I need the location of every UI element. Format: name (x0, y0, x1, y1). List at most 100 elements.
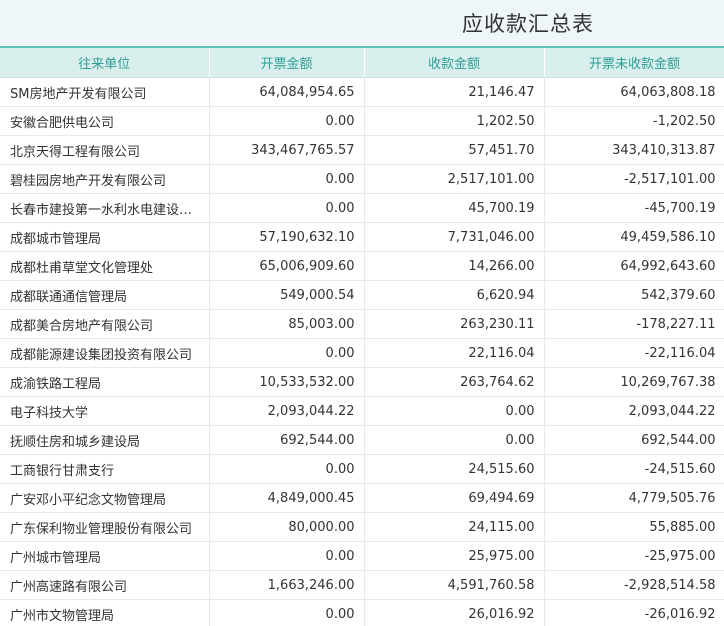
invoiced-amount-cell: 85,003.00 (209, 309, 365, 339)
counterparty-cell: 成都美合房地产有限公司 (0, 309, 210, 339)
invoiced-amount-cell: 2,093,044.22 (209, 396, 365, 426)
invoiced-amount-cell: 0.00 (209, 599, 365, 626)
counterparty-cell: 安徽合肥供电公司 (0, 106, 210, 136)
table-header: 往来单位 开票金额 收款金额 开票未收款金额 (0, 46, 724, 78)
outstanding-amount-cell: -1,202.50 (544, 106, 724, 136)
outstanding-amount-cell: 343,410,313.87 (544, 135, 724, 165)
outstanding-amount-cell: 10,269,767.38 (544, 367, 724, 397)
outstanding-amount-cell: -22,116.04 (544, 338, 724, 368)
received-amount-cell: 263,230.11 (364, 309, 545, 339)
table-body: SM房地产开发有限公司 64,084,954.65 21,146.47 64,063,… (0, 77, 724, 626)
table-row[interactable]: 长春市建投第一水利水电建设… 0.00 45,700.19 -45,700.19 (0, 193, 724, 223)
counterparty-cell: 工商银行甘肃支行 (0, 454, 210, 484)
invoiced-amount-cell: 692,544.00 (209, 425, 365, 455)
counterparty-cell: 电子科技大学 (0, 396, 210, 426)
table-row[interactable]: 成都能源建设集团投资有限公司 0.00 22,116.04 -22,116.04 (0, 338, 724, 368)
table-row[interactable]: 广安邓小平纪念文物管理局 4,849,000.45 69,494.69 4,779,5… (0, 483, 724, 513)
invoiced-amount-cell: 0.00 (209, 106, 365, 136)
invoiced-amount-cell: 10,533,532.00 (209, 367, 365, 397)
table-row[interactable]: 成都杜甫草堂文化管理处 65,006,909.60 14,266.00 64,992,… (0, 251, 724, 281)
outstanding-amount-cell: -2,517,101.00 (544, 164, 724, 194)
table-row[interactable]: 成渝铁路工程局 10,533,532.00 263,764.62 10,269,767… (0, 367, 724, 397)
table-row[interactable]: 抚顺住房和城乡建设局 692,544.00 0.00 692,544.00 (0, 425, 724, 455)
received-amount-cell: 1,202.50 (364, 106, 545, 136)
header-row: 往来单位 开票金额 收款金额 开票未收款金额 (0, 46, 724, 78)
received-amount-cell: 24,115.00 (364, 512, 545, 542)
column-header-counterparty[interactable]: 往来单位 (0, 46, 210, 78)
counterparty-cell: 碧桂园房地产开发有限公司 (0, 164, 210, 194)
column-header-invoiced-amount[interactable]: 开票金额 (209, 46, 365, 78)
received-amount-cell: 0.00 (364, 425, 545, 455)
outstanding-amount-cell: 49,459,586.10 (544, 222, 724, 252)
outstanding-amount-cell: -24,515.60 (544, 454, 724, 484)
outstanding-amount-cell: 2,093,044.22 (544, 396, 724, 426)
invoiced-amount-cell: 0.00 (209, 164, 365, 194)
column-header-received-amount[interactable]: 收款金额 (364, 46, 545, 78)
invoiced-amount-cell: 80,000.00 (209, 512, 365, 542)
table-row[interactable]: 广州城市管理局 0.00 25,975.00 -25,975.00 (0, 541, 724, 571)
outstanding-amount-cell: 64,063,808.18 (544, 77, 724, 107)
invoiced-amount-cell: 57,190,632.10 (209, 222, 365, 252)
invoiced-amount-cell: 65,006,909.60 (209, 251, 365, 281)
table-row[interactable]: 成都美合房地产有限公司 85,003.00 263,230.11 -178,227.1… (0, 309, 724, 339)
invoiced-amount-cell: 4,849,000.45 (209, 483, 365, 513)
counterparty-cell: 广安邓小平纪念文物管理局 (0, 483, 210, 513)
received-amount-cell: 57,451.70 (364, 135, 545, 165)
table-row[interactable]: 广州市文物管理局 0.00 26,016.92 -26,016.92 (0, 599, 724, 626)
counterparty-cell: 成都联通通信管理局 (0, 280, 210, 310)
counterparty-cell: 广州城市管理局 (0, 541, 210, 571)
table-row[interactable]: 成都联通通信管理局 549,000.54 6,620.94 542,379.60 (0, 280, 724, 310)
received-amount-cell: 69,494.69 (364, 483, 545, 513)
counterparty-cell: 成都城市管理局 (0, 222, 210, 252)
table-row[interactable]: 电子科技大学 2,093,044.22 0.00 2,093,044.22 (0, 396, 724, 426)
outstanding-amount-cell: -178,227.11 (544, 309, 724, 339)
received-amount-cell: 2,517,101.00 (364, 164, 545, 194)
received-amount-cell: 263,764.62 (364, 367, 545, 397)
counterparty-cell: 北京天得工程有限公司 (0, 135, 210, 165)
outstanding-amount-cell: -26,016.92 (544, 599, 724, 626)
report-title: 应收款汇总表 (462, 12, 594, 36)
received-amount-cell: 21,146.47 (364, 77, 545, 107)
outstanding-amount-cell: -2,928,514.58 (544, 570, 724, 600)
received-amount-cell: 22,116.04 (364, 338, 545, 368)
invoiced-amount-cell: 64,084,954.65 (209, 77, 365, 107)
table-row[interactable]: 北京天得工程有限公司 343,467,765.57 57,451.70 343,410… (0, 135, 724, 165)
received-amount-cell: 0.00 (364, 396, 545, 426)
invoiced-amount-cell: 0.00 (209, 193, 365, 223)
table-row[interactable]: 广东保利物业管理股份有限公司 80,000.00 24,115.00 55,885.0… (0, 512, 724, 542)
counterparty-cell: 成都杜甫草堂文化管理处 (0, 251, 210, 281)
outstanding-amount-cell: 55,885.00 (544, 512, 724, 542)
table-row[interactable]: 成都城市管理局 57,190,632.10 7,731,046.00 49,459,5… (0, 222, 724, 252)
outstanding-amount-cell: 4,779,505.76 (544, 483, 724, 513)
outstanding-amount-cell: 542,379.60 (544, 280, 724, 310)
table-row[interactable]: SM房地产开发有限公司 64,084,954.65 21,146.47 64,063,… (0, 77, 724, 107)
column-header-outstanding-amount[interactable]: 开票未收款金额 (544, 46, 724, 78)
counterparty-cell: 长春市建投第一水利水电建设… (0, 193, 210, 223)
counterparty-cell: 抚顺住房和城乡建设局 (0, 425, 210, 455)
outstanding-amount-cell: 692,544.00 (544, 425, 724, 455)
counterparty-cell: 广州高速路有限公司 (0, 570, 210, 600)
received-amount-cell: 14,266.00 (364, 251, 545, 281)
outstanding-amount-cell: 64,992,643.60 (544, 251, 724, 281)
counterparty-cell: 成都能源建设集团投资有限公司 (0, 338, 210, 368)
received-amount-cell: 45,700.19 (364, 193, 545, 223)
received-amount-cell: 7,731,046.00 (364, 222, 545, 252)
received-amount-cell: 26,016.92 (364, 599, 545, 626)
received-amount-cell: 24,515.60 (364, 454, 545, 484)
invoiced-amount-cell: 0.00 (209, 338, 365, 368)
outstanding-amount-cell: -45,700.19 (544, 193, 724, 223)
report-page: 应收款汇总表 往来单位 开票金额 收款金额 开票未收款金额 SM房地产开发有限公… (0, 0, 724, 626)
received-amount-cell: 4,591,760.58 (364, 570, 545, 600)
counterparty-cell: 成渝铁路工程局 (0, 367, 210, 397)
table-row[interactable]: 安徽合肥供电公司 0.00 1,202.50 -1,202.50 (0, 106, 724, 136)
received-amount-cell: 6,620.94 (364, 280, 545, 310)
invoiced-amount-cell: 549,000.54 (209, 280, 365, 310)
counterparty-cell: 广州市文物管理局 (0, 599, 210, 626)
invoiced-amount-cell: 1,663,246.00 (209, 570, 365, 600)
invoiced-amount-cell: 0.00 (209, 541, 365, 571)
counterparty-cell: SM房地产开发有限公司 (0, 77, 210, 107)
table-row[interactable]: 广州高速路有限公司 1,663,246.00 4,591,760.58 -2,928,… (0, 570, 724, 600)
table-row[interactable]: 碧桂园房地产开发有限公司 0.00 2,517,101.00 -2,517,101.0… (0, 164, 724, 194)
invoiced-amount-cell: 343,467,765.57 (209, 135, 365, 165)
table-row[interactable]: 工商银行甘肃支行 0.00 24,515.60 -24,515.60 (0, 454, 724, 484)
